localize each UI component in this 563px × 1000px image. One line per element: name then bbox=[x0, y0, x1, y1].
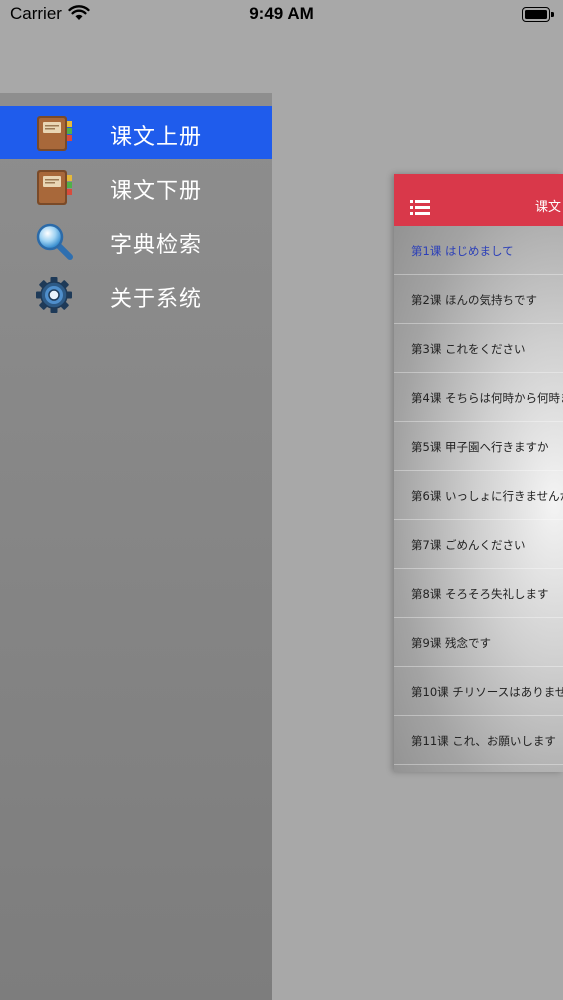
list-icon[interactable] bbox=[410, 199, 430, 215]
nav-title: 课文 bbox=[535, 200, 562, 215]
menu-item-textbook-vol2[interactable]: 课文下册 bbox=[0, 160, 272, 213]
lesson-row[interactable]: 第6课 いっしょに行きませんか bbox=[394, 471, 563, 520]
gear-icon bbox=[36, 277, 72, 313]
menu-item-label: 课文下册 bbox=[110, 179, 203, 204]
lesson-row[interactable]: 第7课 ごめんください bbox=[394, 520, 563, 569]
menu-item-about-system[interactable]: 关于系统 bbox=[0, 268, 272, 321]
menu-item-dictionary-search[interactable]: 字典检索 bbox=[0, 214, 272, 267]
lesson-row[interactable]: 第11课 これ、お願いします bbox=[394, 716, 563, 765]
nav-bar: 课文 bbox=[394, 174, 563, 226]
lesson-title: 第10课 チリソースはありません bbox=[411, 685, 563, 699]
lesson-row[interactable]: 第9课 残念です bbox=[394, 618, 563, 667]
lesson-row[interactable]: 第1课 はじめまして bbox=[394, 226, 563, 275]
lesson-row[interactable]: 第5课 甲子園へ行きますか bbox=[394, 422, 563, 471]
lesson-title: 第4课 そちらは何時から何時ま bbox=[411, 391, 563, 405]
lesson-title: 第8课 そろそろ失礼します bbox=[411, 587, 549, 601]
menu-item-label: 字典检索 bbox=[110, 233, 203, 258]
magnifier-icon bbox=[36, 223, 73, 260]
lesson-title: 第7课 ごめんください bbox=[411, 538, 526, 552]
menu-item-textbook-vol1[interactable]: 课文上册 bbox=[0, 106, 272, 159]
battery-icon bbox=[522, 7, 554, 22]
main-content-panel[interactable]: 课文 第1课 はじめまして 第2课 ほんの気持ちです 第3课 これをください 第… bbox=[394, 174, 563, 772]
lesson-row[interactable]: 第10课 チリソースはありません bbox=[394, 667, 563, 716]
menu-item-label: 关于系统 bbox=[110, 287, 203, 312]
status-bar: Carrier 9:49 AM bbox=[0, 0, 563, 30]
lesson-title: 第5课 甲子園へ行きますか bbox=[411, 440, 549, 454]
lesson-row[interactable]: 第8课 そろそろ失礼します bbox=[394, 569, 563, 618]
address-book-icon bbox=[37, 170, 72, 205]
side-menu: 课文上册 课文下册 字典检索 关于系统 bbox=[0, 93, 272, 1000]
clock: 9:49 AM bbox=[249, 4, 314, 23]
lesson-row[interactable]: 第4课 そちらは何時から何時ま bbox=[394, 373, 563, 422]
address-book-icon bbox=[37, 116, 72, 151]
lesson-title: 第3课 これをください bbox=[411, 342, 526, 356]
lesson-title: 第9课 残念です bbox=[411, 636, 491, 650]
lesson-row[interactable]: 第2课 ほんの気持ちです bbox=[394, 275, 563, 324]
lesson-list: 第1课 はじめまして 第2课 ほんの気持ちです 第3课 これをください 第4课 … bbox=[394, 226, 563, 765]
lesson-row[interactable]: 第3课 これをください bbox=[394, 324, 563, 373]
lesson-title: 第6课 いっしょに行きませんか bbox=[411, 489, 563, 503]
lesson-title: 第11课 これ、お願いします bbox=[411, 734, 556, 748]
menu-item-label: 课文上册 bbox=[110, 125, 203, 150]
lesson-title: 第1课 はじめまして bbox=[411, 244, 514, 258]
lesson-title: 第2课 ほんの気持ちです bbox=[411, 293, 537, 307]
